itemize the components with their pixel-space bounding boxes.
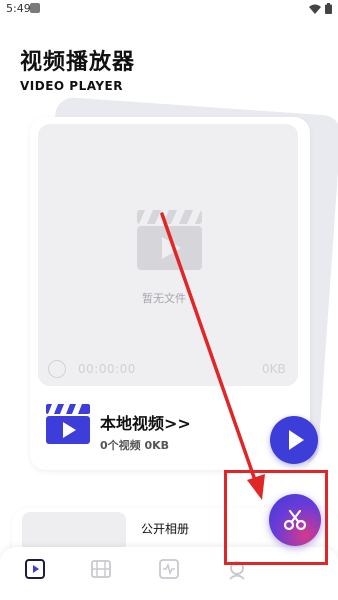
duration-text: 00:00:00 xyxy=(78,362,136,376)
video-icon[interactable] xyxy=(24,558,46,580)
battery-icon xyxy=(325,3,332,14)
status-icons xyxy=(309,3,332,14)
local-video-icon xyxy=(46,404,90,444)
notification-icon xyxy=(30,3,40,13)
film-icon[interactable] xyxy=(90,558,112,580)
empty-text: 暂无文件 xyxy=(142,292,186,305)
status-time: 5:49 xyxy=(6,2,31,15)
play-icon[interactable] xyxy=(48,360,66,378)
highlight-box xyxy=(224,470,328,565)
local-video-title[interactable]: 本地视频>> xyxy=(100,410,191,434)
page-subtitle: VIDEO PLAYER xyxy=(20,79,123,93)
local-video-count: 0个视频 0KB xyxy=(100,439,170,452)
play-icon xyxy=(289,430,304,450)
clapperboard-icon xyxy=(137,210,202,270)
page-title: 视频播放器 xyxy=(20,50,136,75)
album-thumbnail xyxy=(22,512,126,552)
size-text: 0KB xyxy=(262,362,286,376)
wifi-icon xyxy=(309,4,321,14)
album-title: 公开相册 xyxy=(141,522,190,536)
play-button[interactable] xyxy=(270,416,318,464)
waveform-icon[interactable] xyxy=(158,558,180,580)
